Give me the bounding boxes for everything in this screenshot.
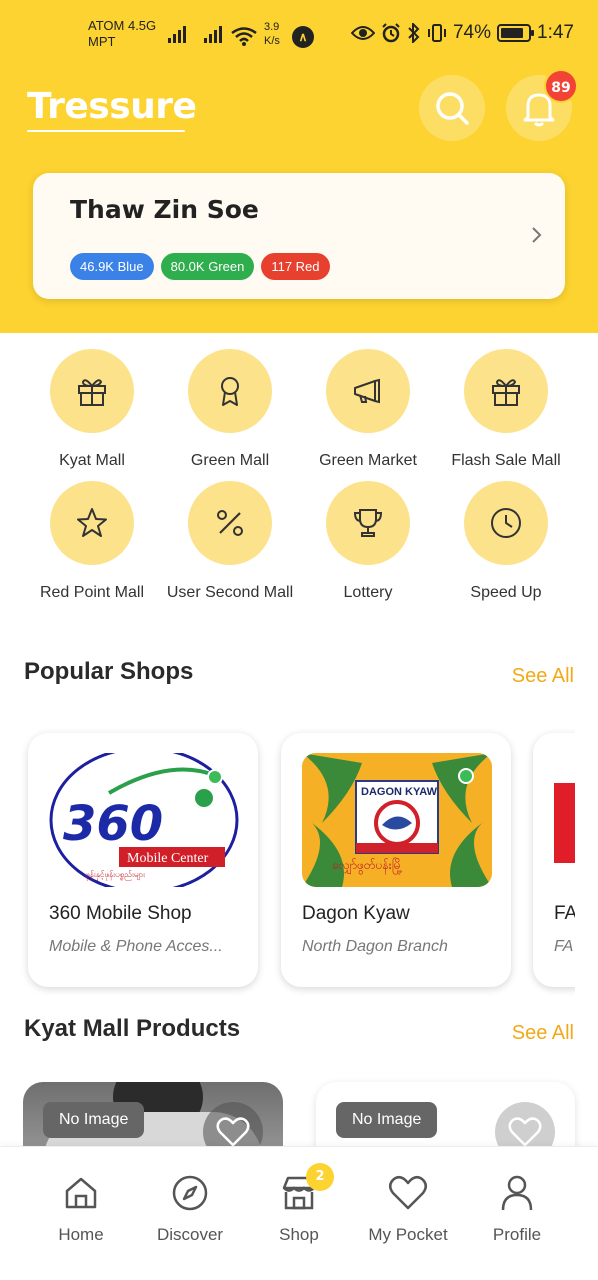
shop-name: FA	[554, 903, 575, 924]
eye-icon	[350, 26, 375, 40]
category-label: Green Mall	[190, 452, 270, 469]
shop-card-partial[interactable]: FA FA	[533, 733, 575, 987]
megaphone-icon	[354, 378, 380, 404]
category-label: Kyat Mall	[59, 452, 125, 469]
home-icon	[65, 1177, 97, 1209]
battery-icon	[497, 24, 535, 42]
notifications-button[interactable]: 89	[506, 69, 578, 141]
nav-discover[interactable]: Discover	[135, 1173, 245, 1245]
shop-card-dagon-kyaw[interactable]: DAGON KYAW လျှော်ဖွတ်ပန်းမြို့ Dagon Kya…	[281, 733, 511, 987]
kyat-mall-products-title: Kyat Mall Products	[24, 1015, 241, 1042]
shop-logo-partial	[554, 753, 575, 887]
category-label: Green Market	[319, 452, 417, 469]
no-image-label: No Image	[336, 1102, 438, 1138]
category-speed-up[interactable]: Speed Up	[437, 481, 575, 605]
points-pills: 46.9K Blue 80.0K Green 117 Red	[70, 253, 330, 280]
category-user-second-mall[interactable]: User Second Mall	[161, 481, 299, 605]
category-kyat-mall[interactable]: Kyat Mall	[23, 349, 161, 473]
shop-name: Dagon Kyaw	[302, 903, 410, 924]
category-label: Flash Sale Mall	[451, 452, 561, 469]
network-speed: 3.9 K/s	[264, 21, 280, 47]
cart-count-badge: 2	[306, 1163, 334, 1191]
status-bar: ATOM 4.5G MPT 3.9 K/s ∧ 74% 1:47	[0, 14, 598, 58]
heart-icon	[389, 1175, 427, 1210]
green-points-badge: 80.0K Green	[160, 253, 255, 280]
category-label: Speed Up	[470, 584, 542, 601]
category-lottery[interactable]: Lottery	[299, 481, 437, 605]
signal-icon-2	[204, 26, 222, 43]
award-icon	[221, 377, 239, 406]
user-name: Thaw Zin Soe	[70, 195, 259, 224]
svg-text:Mobile Center: Mobile Center	[127, 851, 209, 866]
nav-label: My Pocket	[368, 1225, 448, 1244]
online-status-dot	[458, 768, 474, 784]
nav-label: Discover	[156, 1225, 224, 1244]
nav-shop[interactable]: 2 Shop	[244, 1163, 354, 1245]
svg-text:360: 360	[63, 796, 163, 852]
star-icon	[77, 508, 107, 537]
gift-icon	[492, 379, 520, 406]
nav-label: Shop	[279, 1225, 319, 1244]
vibrate-icon	[427, 24, 446, 42]
heart-icon	[508, 1117, 542, 1147]
alarm-icon	[382, 23, 400, 43]
kyat-mall-see-all[interactable]: See All	[512, 1022, 574, 1045]
category-label: Lottery	[343, 584, 393, 601]
nav-home[interactable]: Home	[26, 1173, 136, 1245]
status-right: 74% 1:47	[350, 22, 574, 44]
navigation-app-icon: ∧	[292, 26, 314, 48]
shop-subtitle: FA	[554, 938, 574, 955]
shop-subtitle: Mobile & Phone Acces...	[49, 938, 223, 955]
popular-shops-see-all[interactable]: See All	[512, 665, 574, 688]
svg-text:ဖုန်းနှင့်ဖုန်းပစ္စည်းများ: ဖုန်းနှင့်ဖုန်းပစ္စည်းများ	[85, 869, 146, 881]
category-green-mall[interactable]: Green Mall	[161, 349, 299, 473]
category-red-point-mall[interactable]: Red Point Mall	[23, 481, 161, 605]
no-image-label: No Image	[43, 1102, 145, 1138]
shop-subtitle: North Dagon Branch	[302, 938, 448, 955]
chevron-right-icon	[532, 227, 542, 243]
app-brand-title: Tressure	[27, 86, 197, 127]
signal-icon	[168, 26, 186, 43]
svg-text:DAGON KYAW: DAGON KYAW	[361, 786, 438, 798]
wifi-icon	[231, 27, 257, 46]
bottom-navigation: Home Discover 2 Shop My Pocket Profile	[0, 1146, 598, 1280]
bluetooth-icon	[408, 23, 420, 43]
brand-underline	[27, 130, 185, 132]
popular-shops-list[interactable]: 360 Mobile Center ဖုန်းနှင့်ဖုန်းပစ္စည်း…	[0, 727, 575, 997]
category-label: User Second Mall	[166, 584, 294, 601]
percent-icon	[217, 510, 243, 536]
nav-profile[interactable]: Profile	[462, 1173, 572, 1245]
blue-points-badge: 46.9K Blue	[70, 253, 154, 280]
shop-name: 360 Mobile Shop	[49, 903, 192, 924]
category-flash-sale-mall[interactable]: Flash Sale Mall	[437, 349, 575, 473]
popular-shops-title: Popular Shops	[24, 658, 194, 685]
shop-card-360-mobile[interactable]: 360 Mobile Center ဖုန်းနှင့်ဖုန်းပစ္စည်း…	[28, 733, 258, 987]
clock-icon	[491, 508, 521, 538]
search-button[interactable]	[419, 75, 485, 141]
app-header: ATOM 4.5G MPT 3.9 K/s ∧ 74% 1:47 Tressur…	[0, 0, 598, 333]
user-icon	[501, 1175, 533, 1211]
trophy-icon	[353, 509, 383, 537]
category-green-market[interactable]: Green Market	[299, 349, 437, 473]
nav-label: Home	[58, 1225, 104, 1244]
notification-count-badge: 89	[544, 69, 578, 103]
compass-icon	[172, 1175, 208, 1211]
user-points-card[interactable]: Thaw Zin Soe 46.9K Blue 80.0K Green 117 …	[33, 173, 565, 299]
nav-my-pocket[interactable]: My Pocket	[353, 1173, 463, 1245]
battery-percent: 74%	[452, 22, 492, 43]
carrier-name: ATOM 4.5G MPT	[88, 18, 157, 49]
nav-label: Profile	[492, 1225, 542, 1244]
category-label: Red Point Mall	[39, 584, 145, 601]
search-icon	[436, 92, 469, 125]
gift-icon	[78, 379, 106, 406]
heart-icon	[216, 1117, 250, 1147]
red-points-badge: 117 Red	[261, 253, 330, 280]
clock-time: 1:47	[537, 22, 574, 43]
online-status-dot	[207, 769, 223, 785]
